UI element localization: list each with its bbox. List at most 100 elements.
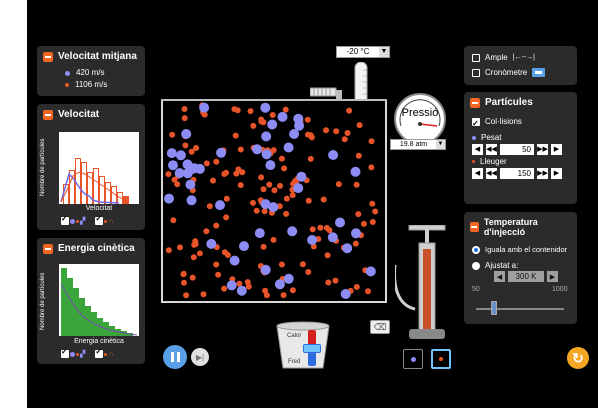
- play-pause-button[interactable]: [163, 345, 187, 369]
- light-particle: [169, 131, 176, 138]
- pump-icon[interactable]: [395, 225, 457, 345]
- light-particle: [369, 200, 376, 207]
- heavy-particle: [168, 160, 178, 171]
- collapse-icon[interactable]: [470, 97, 480, 108]
- light-particle: [280, 292, 287, 299]
- light-particle: [283, 195, 290, 202]
- light-particle: [170, 217, 177, 224]
- collisions-option[interactable]: Col·lisions: [464, 113, 577, 133]
- light-particle: [346, 107, 353, 114]
- width-option[interactable]: Ample |←--→|: [464, 50, 577, 65]
- light-particle: [203, 228, 210, 235]
- heavy-increment-10-button[interactable]: ▶: [551, 144, 562, 155]
- collisions-checkbox[interactable]: [472, 115, 480, 133]
- heavy-particle: [265, 160, 276, 171]
- stopwatch-option[interactable]: Cronòmetre: [464, 65, 577, 80]
- light-increment-button[interactable]: ▶▶: [537, 168, 548, 179]
- velocity-title: Velocitat: [58, 109, 100, 120]
- reset-all-button[interactable]: ↻: [567, 347, 589, 369]
- pressure-readout[interactable]: 19.8 atm ▼: [390, 139, 446, 150]
- temperature-decrement-button[interactable]: ◀: [494, 271, 505, 282]
- step-button[interactable]: ▶|: [191, 348, 209, 366]
- light-particle: [180, 271, 187, 278]
- stopwatch-checkbox[interactable]: [472, 68, 480, 77]
- injection-header[interactable]: Temperatura d'injecció: [464, 212, 577, 242]
- light-particle: [352, 240, 359, 247]
- heavy-speed-value: 420 m/s: [76, 68, 105, 77]
- light-pump-select-button[interactable]: [431, 349, 451, 369]
- light-particle: [193, 145, 200, 151]
- temperature-slider-thumb[interactable]: [490, 301, 497, 315]
- light-particle: [333, 128, 340, 135]
- particle-container[interactable]: [161, 101, 387, 303]
- light-particle: [250, 122, 257, 129]
- reset-particles-button[interactable]: ⌫: [370, 320, 390, 334]
- light-particle: [261, 208, 268, 215]
- light-particle: [269, 112, 276, 118]
- heavy-particle: [327, 232, 338, 243]
- light-particle: [353, 284, 360, 290]
- light-particle: [356, 122, 363, 129]
- dropdown-arrow-icon[interactable]: ▼: [379, 47, 389, 57]
- heavy-particle: [335, 217, 345, 228]
- light-particle: [360, 220, 367, 227]
- temperature-slider-track[interactable]: [476, 308, 564, 310]
- velocity-histogram-checkbox[interactable]: [61, 214, 69, 225]
- collapse-icon[interactable]: [43, 109, 53, 120]
- temperature-spinner: ◀ 300 K ▶: [494, 271, 558, 282]
- light-particle: [289, 192, 296, 199]
- thermometer-readout[interactable]: -20 °C ▼: [336, 46, 390, 58]
- average-speed-header[interactable]: Velocitat mitjana: [37, 46, 145, 67]
- heavy-particle: [239, 241, 249, 252]
- light-particle: [260, 186, 267, 193]
- dropdown-arrow-icon[interactable]: ▼: [436, 140, 445, 149]
- light-particle: [260, 243, 267, 250]
- match-container-option[interactable]: Iguala amb el contenidor: [464, 242, 577, 258]
- particles-panel: Partícules Col·lisions Pesat ◀ ◀◀ 50 ▶▶ …: [464, 92, 577, 204]
- width-arrows-icon: |←--→|: [512, 54, 535, 61]
- light-particle: [263, 292, 270, 299]
- injection-temperature-panel: Temperatura d'injecció Iguala amb el con…: [464, 212, 577, 324]
- collapse-icon[interactable]: [43, 51, 53, 62]
- velocity-curve-checkbox[interactable]: [95, 214, 104, 225]
- light-particle: [277, 182, 283, 189]
- light-particle: [309, 226, 316, 233]
- energy-histogram-checkbox[interactable]: [61, 347, 69, 358]
- heavy-decrement-button[interactable]: ◀◀: [486, 144, 497, 155]
- velocity-header[interactable]: Velocitat: [37, 104, 145, 125]
- temperature-increment-button[interactable]: ▶: [547, 271, 558, 282]
- collapse-icon[interactable]: [470, 222, 479, 232]
- heavy-particle: [261, 149, 272, 160]
- light-decrement-10-button[interactable]: ◀: [472, 168, 483, 179]
- set-to-radio[interactable]: [472, 262, 480, 270]
- light-particle-icon: [439, 357, 443, 361]
- heavy-particle: [283, 142, 294, 153]
- heat-cool-slider-thumb[interactable]: [303, 344, 321, 353]
- heavy-increment-button[interactable]: ▶▶: [537, 144, 548, 155]
- cool-label: Fred: [288, 359, 301, 365]
- collapse-icon[interactable]: [43, 243, 53, 254]
- light-increment-10-button[interactable]: ▶: [551, 168, 562, 179]
- heavy-particle: [340, 289, 351, 299]
- heavy-pump-select-button[interactable]: [403, 349, 423, 369]
- heavy-decrement-10-button[interactable]: ◀: [472, 144, 483, 155]
- light-particle: [181, 115, 188, 122]
- heavy-particle-icon: [70, 218, 75, 224]
- heavy-particle: [274, 279, 285, 290]
- light-particle: [368, 138, 375, 145]
- light-count-value[interactable]: 150: [500, 168, 534, 179]
- width-checkbox[interactable]: [472, 53, 480, 62]
- match-container-radio[interactable]: [472, 246, 480, 254]
- kinetic-energy-header[interactable]: Energia cinètica: [37, 238, 145, 259]
- light-particle: [206, 203, 213, 210]
- heavy-label-row: Pesat: [464, 131, 577, 144]
- light-particle: [353, 181, 360, 188]
- light-particle: [203, 160, 210, 167]
- particles-header[interactable]: Partícules: [464, 92, 577, 113]
- heavy-count-value[interactable]: 50: [500, 144, 534, 155]
- energy-curve-checkbox[interactable]: [95, 347, 104, 358]
- light-particle: [305, 197, 312, 204]
- gauge-title: Pressió: [401, 107, 439, 119]
- light-decrement-button[interactable]: ◀◀: [486, 168, 497, 179]
- heavy-particle: [216, 147, 227, 158]
